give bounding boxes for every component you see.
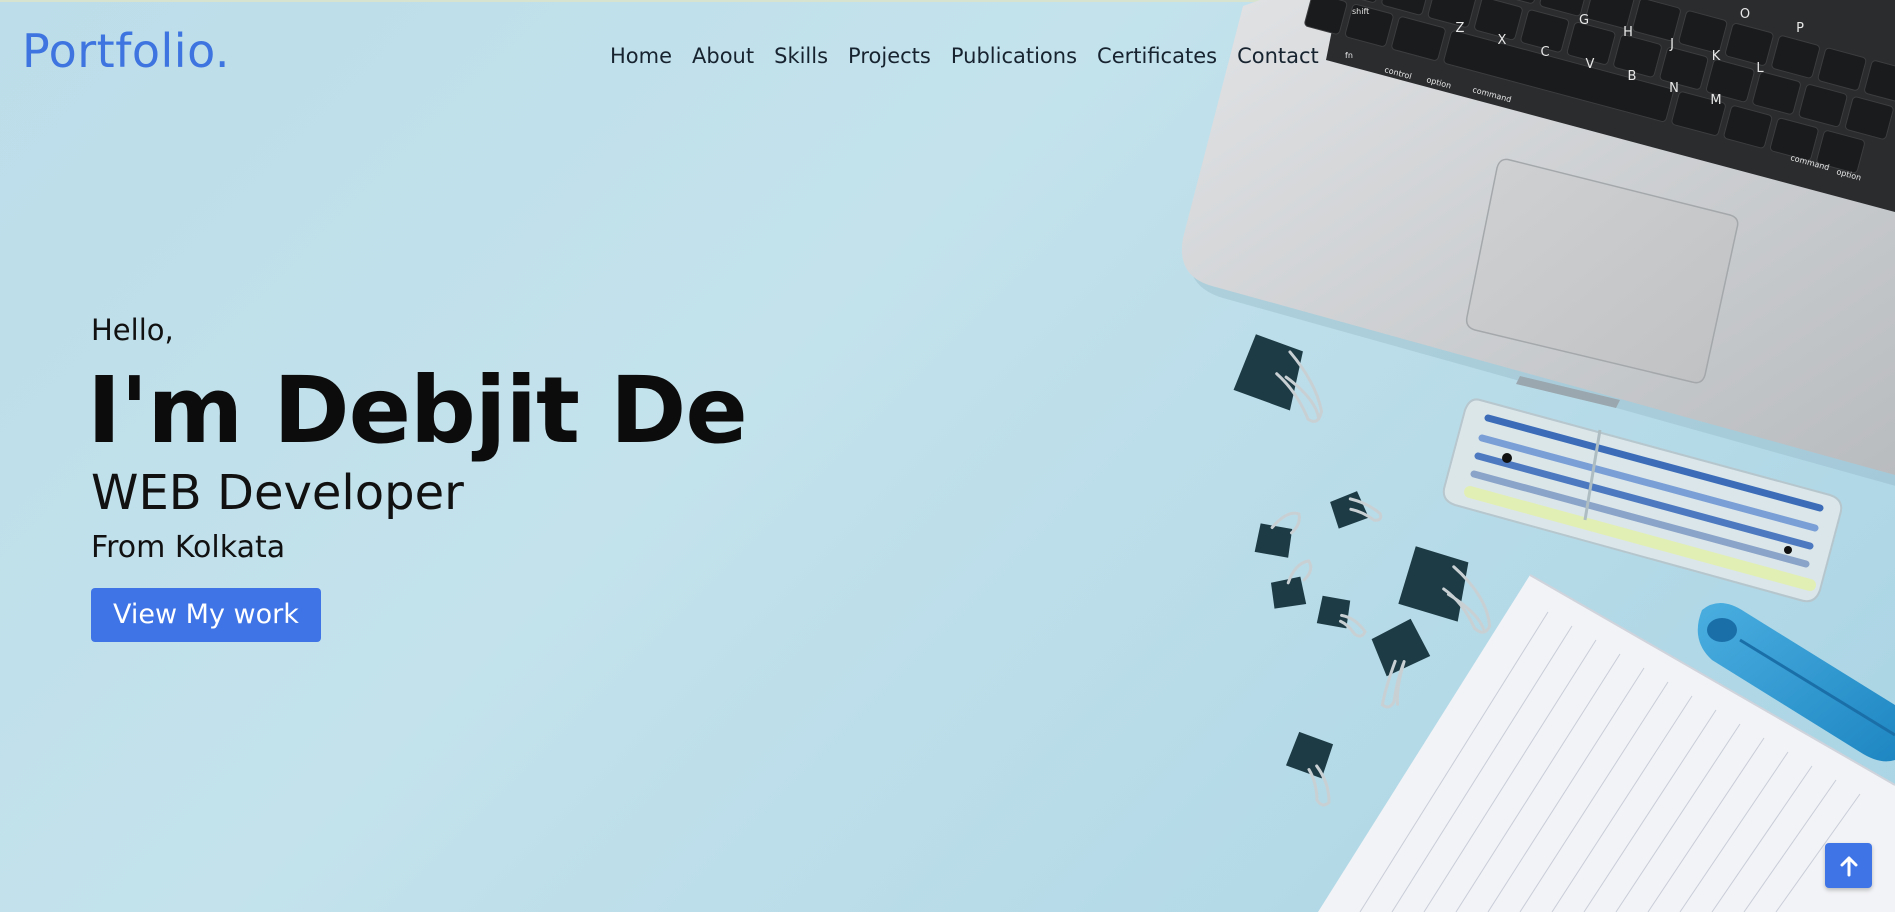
nav-link-publications[interactable]: Publications <box>941 41 1087 71</box>
nav-link-contact[interactable]: Contact <box>1227 41 1329 71</box>
nav-link-home[interactable]: Home <box>600 41 682 71</box>
scroll-to-top-button[interactable] <box>1825 843 1872 888</box>
brand-logo[interactable]: Portfolio. <box>22 28 230 74</box>
nav-link-certificates[interactable]: Certificates <box>1087 41 1227 71</box>
navbar: Portfolio. Home About Skills Projects Pu… <box>0 0 1895 110</box>
hero-role: WEB Developer <box>91 465 464 521</box>
nav-link-skills[interactable]: Skills <box>764 41 838 71</box>
view-my-work-button[interactable]: View My work <box>91 588 321 642</box>
arrow-up-icon <box>1840 856 1857 876</box>
hero-name: I'm Debjit De <box>87 357 748 464</box>
desk-illustration: Z X C V B N M G H J K L P O shift contro… <box>1181 0 1895 912</box>
hero-greeting: Hello, <box>91 313 174 347</box>
hero-section: Hello, I'm Debjit De WEB Developer From … <box>87 313 748 642</box>
nav-links: Home About Skills Projects Publications … <box>600 41 1329 71</box>
nav-link-about[interactable]: About <box>682 41 764 71</box>
nav-link-projects[interactable]: Projects <box>838 41 941 71</box>
page: Z X C V B N M G H J K L P O shift contro… <box>0 0 1895 912</box>
hero-location: From Kolkata <box>91 530 286 565</box>
